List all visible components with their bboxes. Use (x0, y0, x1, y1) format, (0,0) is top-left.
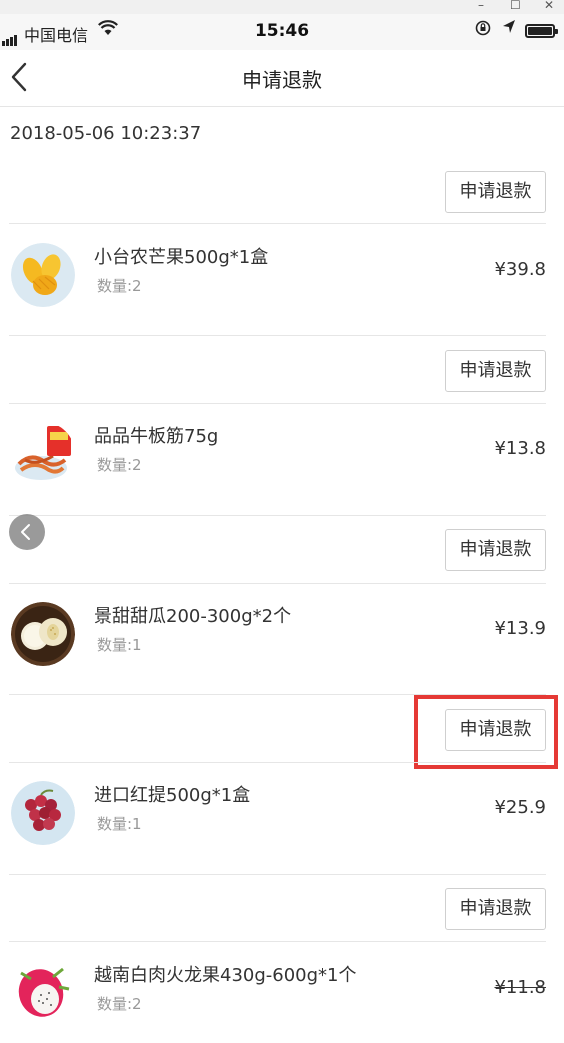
product-item[interactable]: 景甜甜瓜200-300g*2个 数量:1 ¥13.9 (0, 585, 564, 695)
divider (9, 941, 546, 942)
product-name: 小台农芒果500g*1盒 (94, 247, 269, 268)
product-name: 进口红提500g*1盒 (94, 785, 251, 806)
orientation-lock-icon (475, 20, 491, 40)
melon-image (11, 602, 75, 666)
refund-row: 申请退款 (0, 529, 564, 571)
divider (9, 583, 546, 584)
mango-image (11, 243, 75, 307)
product-name: 景甜甜瓜200-300g*2个 (94, 606, 292, 627)
battery-icon (525, 24, 558, 38)
floating-back-button[interactable] (9, 514, 45, 550)
product-item[interactable]: 进口红提500g*1盒 数量:1 ¥25.9 (0, 764, 564, 874)
product-price: ¥25.9 (494, 797, 546, 818)
refund-button[interactable]: 申请退款 (445, 888, 546, 930)
status-bar: 中国电信 15:46 (0, 14, 564, 50)
product-quantity: 数量:1 (97, 636, 142, 654)
refund-button[interactable]: 申请退款 (445, 171, 546, 213)
divider (9, 762, 546, 763)
refund-button[interactable]: 申请退款 (445, 350, 546, 392)
divider (9, 874, 546, 875)
close-icon[interactable]: ✕ (544, 0, 554, 12)
divider (9, 223, 546, 224)
product-name: 越南白肉火龙果430g-600g*1个 (94, 965, 357, 986)
product-price: ¥13.8 (494, 438, 546, 459)
red-grape-image (11, 781, 75, 845)
refund-row: 申请退款 (0, 350, 564, 392)
product-item[interactable]: 越南白肉火龙果430g-600g*1个 数量:2 ¥11.8 (0, 944, 564, 1043)
order-date: 2018-05-06 10:23:37 (10, 123, 202, 144)
beef-tendon-image (11, 422, 75, 486)
divider (9, 403, 546, 404)
refund-row: 申请退款 (0, 171, 564, 213)
product-price: ¥13.9 (494, 618, 546, 639)
dragon-fruit-image (11, 961, 75, 1025)
page-title: 申请退款 (242, 68, 322, 92)
product-name: 品品牛板筋75g (94, 426, 219, 447)
chevron-left-icon (21, 524, 30, 540)
window-titlebar: – ☐ ✕ (0, 0, 564, 14)
divider (9, 335, 546, 336)
location-icon (502, 19, 516, 39)
product-item[interactable]: 品品牛板筋75g 数量:2 ¥13.8 (0, 405, 564, 515)
refund-button[interactable]: 申请退款 (445, 529, 546, 571)
product-price: ¥39.8 (494, 259, 546, 280)
product-item[interactable]: 小台农芒果500g*1盒 数量:2 ¥39.8 (0, 226, 564, 336)
product-quantity: 数量:1 (97, 815, 142, 833)
product-quantity: 数量:2 (97, 277, 142, 295)
product-price: ¥11.8 (494, 977, 546, 998)
minimize-icon[interactable]: – (478, 0, 484, 12)
navigation-bar: 申请退款 (0, 50, 564, 107)
divider (9, 515, 546, 516)
product-quantity: 数量:2 (97, 995, 142, 1013)
product-quantity: 数量:2 (97, 456, 142, 474)
refund-row: 申请退款 (0, 888, 564, 930)
highlight-box (414, 695, 558, 769)
maximize-icon[interactable]: ☐ (510, 0, 521, 12)
